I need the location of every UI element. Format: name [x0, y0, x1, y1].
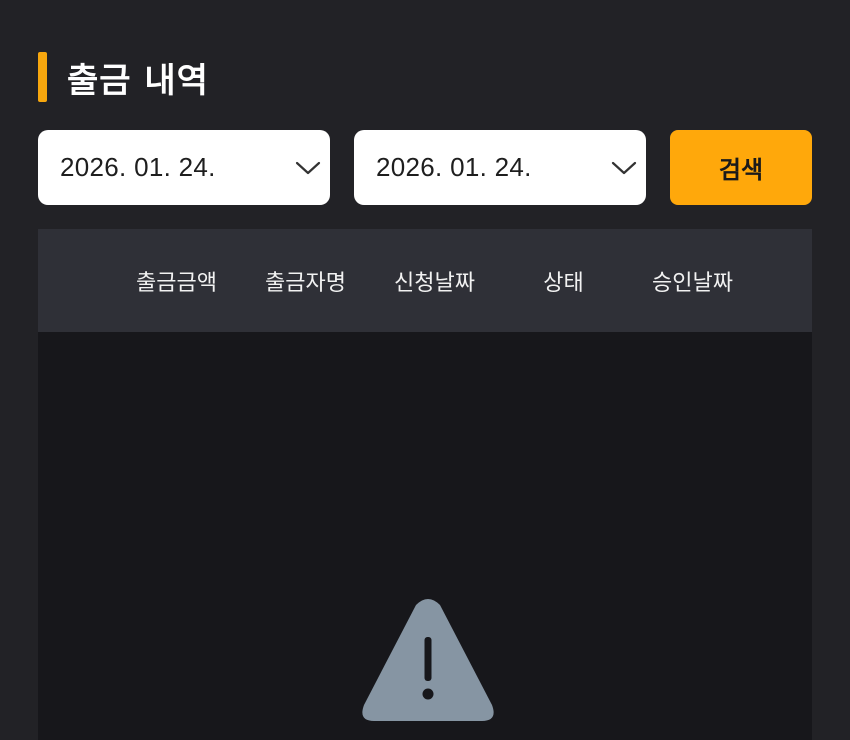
date-filter-bar: 2026. 01. 24. 2026. 01. 24. 검색	[38, 130, 812, 205]
withdrawal-history-page: 출금 내역 2026. 01. 24. 2026. 01. 24. 검색 출금금…	[0, 0, 850, 740]
withdrawal-table: 출금금액 출금자명 신청날짜 상태 승인날짜	[38, 229, 812, 740]
column-header-approval-date: 승인날짜	[652, 270, 733, 296]
end-date-select[interactable]: 2026. 01. 24.	[354, 130, 646, 205]
start-date-value: 2026. 01. 24.	[60, 152, 216, 182]
column-header-name: 출금자명	[265, 270, 346, 296]
column-header-request-date: 신청날짜	[394, 270, 475, 296]
chevron-down-icon	[295, 161, 321, 174]
column-header-amount: 출금금액	[136, 270, 217, 296]
warning-triangle-icon	[362, 599, 494, 721]
title-accent-bar	[38, 52, 47, 102]
end-date-value: 2026. 01. 24.	[376, 152, 532, 182]
page-header: 출금 내역	[38, 52, 209, 102]
page-title: 출금 내역	[67, 60, 209, 101]
start-date-select[interactable]: 2026. 01. 24.	[38, 130, 330, 205]
search-button[interactable]: 검색	[670, 130, 812, 205]
table-header: 출금금액 출금자명 신청날짜 상태 승인날짜	[38, 229, 812, 332]
chevron-down-icon	[611, 161, 637, 174]
column-header-status: 상태	[543, 270, 584, 296]
